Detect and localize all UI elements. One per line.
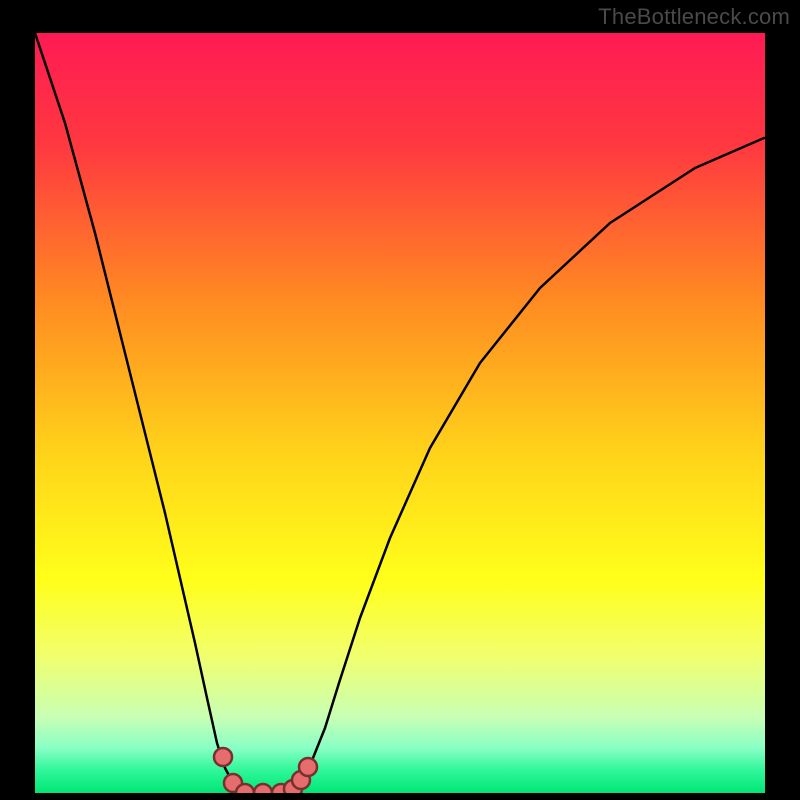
data-point xyxy=(254,784,272,800)
watermark-text: TheBottleneck.com xyxy=(598,4,790,30)
plot-background xyxy=(35,33,765,793)
data-point xyxy=(214,748,232,766)
bottleneck-chart xyxy=(0,0,800,800)
data-point xyxy=(299,758,317,776)
data-point xyxy=(236,784,254,800)
chart-container: TheBottleneck.com xyxy=(0,0,800,800)
